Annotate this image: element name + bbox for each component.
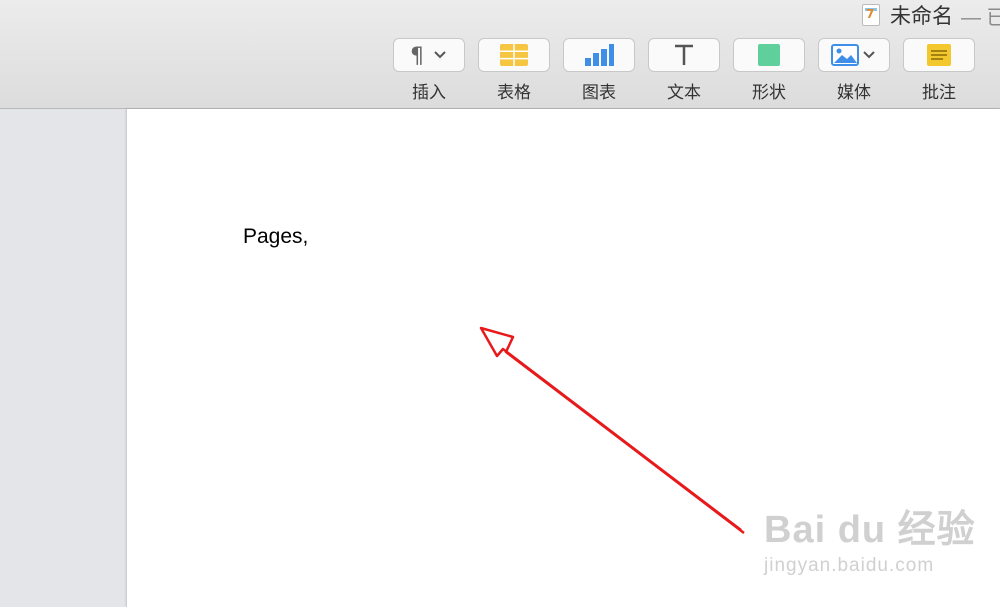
text-icon	[675, 44, 693, 65]
svg-text:¶: ¶	[410, 44, 424, 67]
window-title-text: 未命名	[890, 5, 953, 28]
media-label: 媒体	[837, 83, 871, 102]
media-icon	[831, 44, 875, 66]
document-icon	[862, 4, 880, 26]
text-button[interactable]	[648, 38, 720, 72]
baidu-watermark: Bai du 经验 jingyan.baidu.com	[764, 498, 976, 577]
page-thumbnail-sidebar	[0, 109, 126, 607]
insert-button[interactable]: ¶	[393, 38, 465, 72]
watermark-sub: jingyan.baidu.com	[764, 555, 935, 576]
chart-icon	[585, 44, 614, 66]
paragraph-icon: ¶	[410, 44, 446, 67]
comment-icon	[927, 44, 951, 66]
document-body-text[interactable]: Pages,	[243, 225, 308, 249]
text-label: 文本	[667, 83, 701, 102]
window-title: 未命名 — 已	[862, 1, 1000, 29]
shape-icon	[758, 44, 780, 66]
table-icon	[500, 44, 528, 66]
comment-button[interactable]	[903, 38, 975, 72]
watermark-main: Bai du 经验	[764, 509, 976, 551]
insert-label: 插入	[412, 83, 446, 102]
table-button[interactable]	[478, 38, 550, 72]
shape-button[interactable]	[733, 38, 805, 72]
chart-label: 图表	[582, 83, 616, 102]
window-title-suffix: — 已	[961, 6, 1000, 29]
chart-button[interactable]	[563, 38, 635, 72]
toolbar: 未命名 — 已 ¶ 插入 表格 图表 文本	[0, 0, 1000, 109]
shape-label: 形状	[752, 83, 786, 102]
table-label: 表格	[497, 83, 531, 102]
comment-label: 批注	[922, 83, 956, 102]
media-button[interactable]	[818, 38, 890, 72]
